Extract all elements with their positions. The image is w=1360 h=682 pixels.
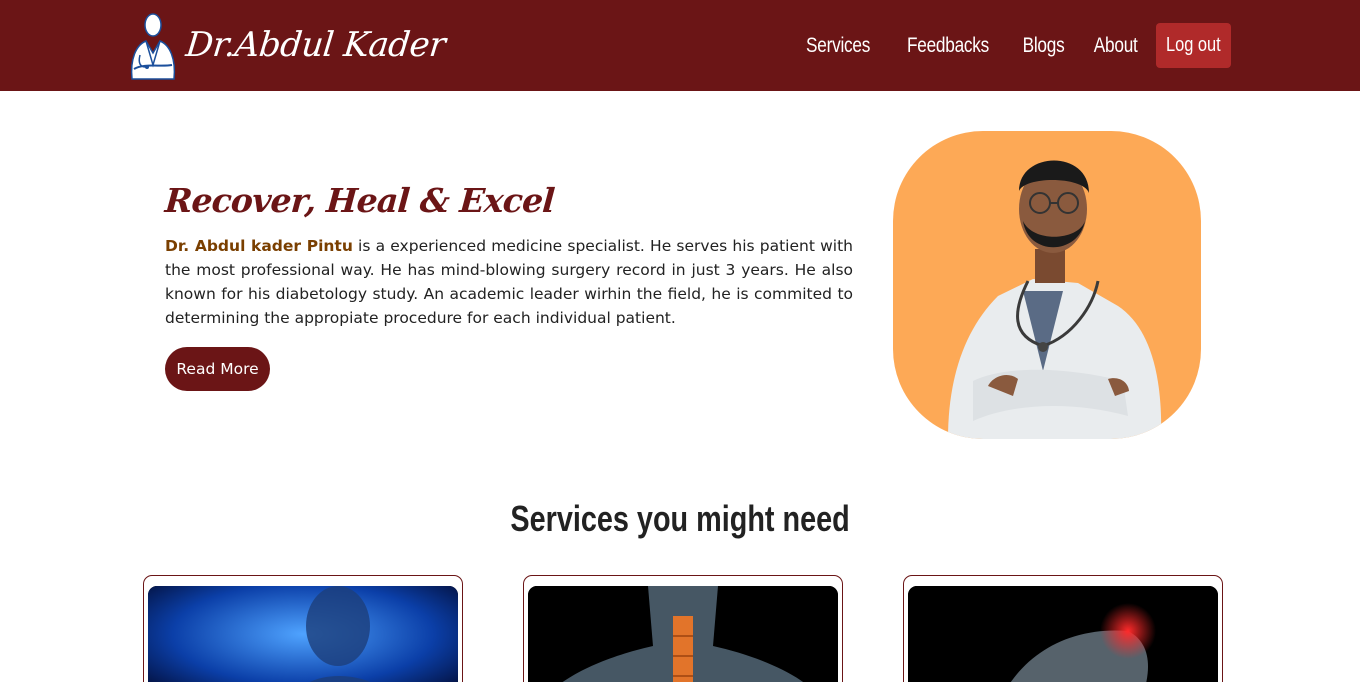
services-title: Services you might need — [0, 498, 1360, 540]
brand-name: Dr.Abdul Kader — [183, 25, 448, 65]
nav-services[interactable]: Services — [806, 34, 870, 58]
doctor-photo — [893, 131, 1201, 439]
hero-title: Recover, Heal & Excel — [163, 181, 556, 220]
service-image-throat — [528, 586, 838, 682]
nav-blogs[interactable]: Blogs — [1022, 34, 1064, 58]
service-image-head — [908, 586, 1218, 682]
navbar: Dr.Abdul Kader Services Feedbacks Blogs … — [0, 0, 1360, 91]
nav-links: Services Feedbacks Blogs About Log out — [779, 23, 1231, 68]
doctor-illustration — [948, 160, 1162, 439]
service-card[interactable] — [143, 575, 463, 682]
doctor-logo-icon — [130, 13, 176, 80]
logout-label: Log out — [1166, 34, 1221, 56]
nav-about[interactable]: About — [1093, 34, 1137, 58]
service-card[interactable] — [523, 575, 843, 682]
service-card[interactable] — [903, 575, 1223, 682]
brand-link[interactable]: Dr.Abdul Kader — [126, 9, 448, 81]
service-image-body — [148, 586, 458, 682]
nav-feedbacks[interactable]: Feedbacks — [907, 34, 989, 58]
logout-button[interactable]: Log out — [1156, 23, 1231, 68]
doctor-name: Dr. Abdul kader Pintu — [165, 237, 353, 255]
read-more-button[interactable]: Read More — [165, 347, 270, 391]
hero-description: Dr. Abdul kader Pintu is a experienced m… — [165, 234, 853, 330]
services-title-text: Services you might need — [510, 498, 850, 539]
